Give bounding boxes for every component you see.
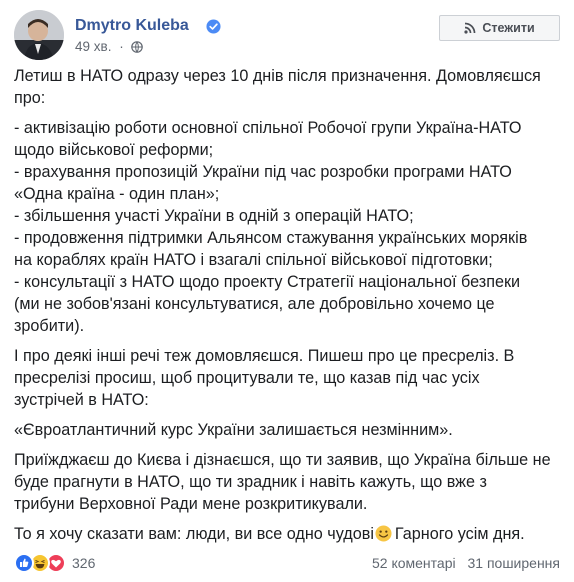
author-name[interactable]: Dmytro Kuleba <box>75 17 189 35</box>
closing-text: Гарного усім дня. <box>394 525 525 543</box>
list-line: - консультації з НАТО щодо проекту Страт… <box>14 273 521 291</box>
post-timestamp[interactable]: 49 хв. <box>75 39 111 54</box>
list-line: (ми не зобов'язані консультуватися, але … <box>14 295 495 313</box>
quote-paragraph: «Євроатлантичний курс України залишаєтьс… <box>14 421 453 439</box>
smiling-face-emoji-icon <box>375 525 392 542</box>
return-paragraph: Приїжджаєш до Києва і дізнаєшся, що ти з… <box>14 449 560 515</box>
paragraph-line: І про деякі інші речі теж домовляєшся. П… <box>14 347 515 365</box>
post-footer: 326 52 коментарі 31 поширення <box>14 552 560 576</box>
intro-line: про: <box>14 89 46 107</box>
list-line: щодо військової реформи; <box>14 141 214 159</box>
closing-paragraph: То я хочу сказати вам: люди, ви все одно… <box>14 523 560 545</box>
avatar[interactable] <box>14 10 64 60</box>
list-line: на кораблях країн НАТО і взагалі спільно… <box>14 251 493 269</box>
paragraph-line: буде прагнути в НАТО, що ти зрадник і на… <box>14 473 487 491</box>
comments-count[interactable]: 52 коментарі <box>372 555 456 571</box>
paragraph-line: Приїжджаєш до Києва і дізнаєшся, що ти з… <box>14 451 551 469</box>
rss-icon <box>464 22 476 34</box>
engagement-counts: 52 коментарі 31 поширення <box>372 555 560 571</box>
facebook-post: Dmytro Kuleba 49 хв. · Стежити Летиш в Н… <box>0 0 574 582</box>
list-line: - активізацію роботи основної спільної Р… <box>14 119 522 137</box>
intro-paragraph: Летиш в НАТО одразу через 10 днів після … <box>14 65 560 109</box>
reactions-summary[interactable]: 326 <box>14 553 95 573</box>
list-line: - збільшення участі України в одній з оп… <box>14 207 414 225</box>
post-body: Летиш в НАТО одразу через 10 днів після … <box>14 65 560 553</box>
meta-separator: · <box>119 39 124 54</box>
post-header: Dmytro Kuleba 49 хв. · Стежити <box>14 10 560 60</box>
follow-button-label: Стежити <box>482 21 535 35</box>
paragraph-line: трибуни Верховної Ради мене розкритикува… <box>14 495 368 513</box>
list-line: - продовження підтримки Альянсом стажува… <box>14 229 528 247</box>
shares-count[interactable]: 31 поширення <box>468 555 561 571</box>
reaction-count[interactable]: 326 <box>72 555 95 571</box>
globe-icon[interactable] <box>131 41 144 53</box>
list-line: зробити). <box>14 317 85 335</box>
intro-line: Летиш в НАТО одразу через 10 днів після … <box>14 67 541 85</box>
list-line: - врахування пропозицій України під час … <box>14 163 512 181</box>
paragraph-line: пресрелізі просиш, щоб процитували те, щ… <box>14 369 480 387</box>
verified-badge-icon <box>206 19 221 34</box>
agreements-list: - активізацію роботи основної спільної Р… <box>14 117 560 337</box>
post-meta: 49 хв. · <box>75 39 144 54</box>
like-icon <box>14 553 34 573</box>
list-line: «Одна країна - один план»; <box>14 185 220 203</box>
profile-photo <box>14 10 64 60</box>
closing-text: То я хочу сказати вам: люди, ви все одно… <box>14 525 374 543</box>
paragraph-line: зустрічей в НАТО: <box>14 391 149 409</box>
press-release-paragraph: І про деякі інші речі теж домовляєшся. П… <box>14 345 560 411</box>
follow-button[interactable]: Стежити <box>439 15 560 41</box>
